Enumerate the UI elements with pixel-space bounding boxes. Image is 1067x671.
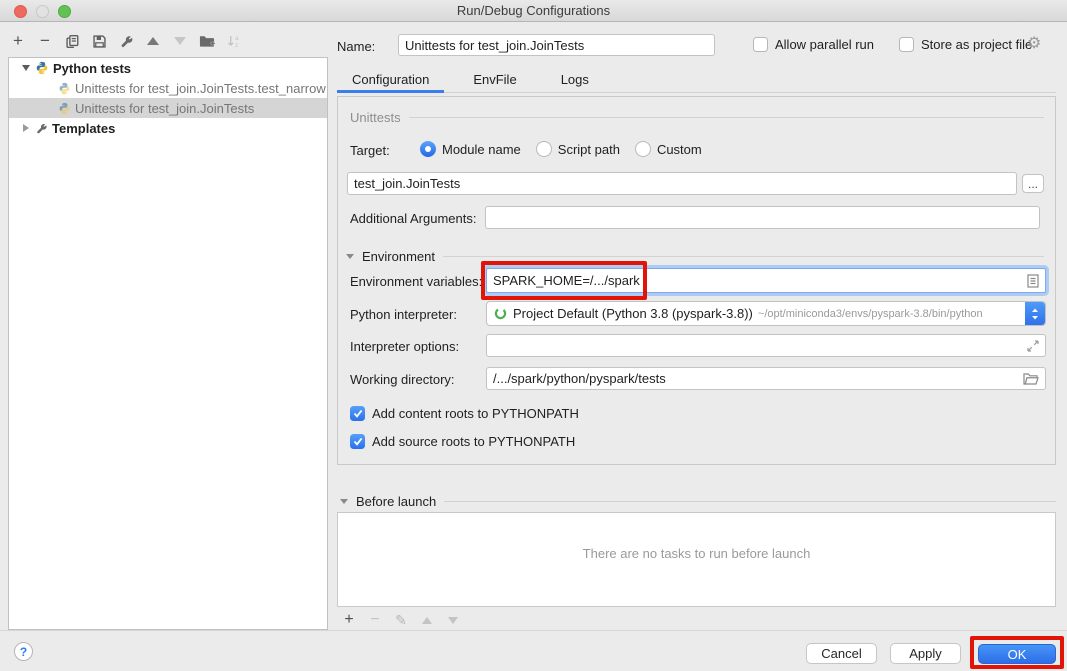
close-window-button[interactable] [14,5,27,18]
edit-templates-wrench-icon[interactable] [118,33,134,49]
edit-task-pencil-icon: ✎ [393,612,409,628]
minimize-window-button [36,5,49,18]
store-as-project-file-option[interactable]: Store as project file [899,37,1032,52]
radio-custom[interactable]: Custom [635,141,702,157]
radio-module-name[interactable]: Module name [420,141,521,157]
add-configuration-button[interactable]: + [10,33,26,49]
tree-item-label: Unittests for test_join.JoinTests [75,101,254,116]
copy-configuration-icon[interactable] [64,33,80,49]
add-content-roots-label: Add content roots to PYTHONPATH [372,406,579,421]
before-launch-empty-message: There are no tasks to run before launch [338,546,1055,561]
wrench-icon [35,122,48,135]
tree-item-python-tests[interactable]: Python tests [9,58,327,78]
unittests-group-label: Unittests [350,110,401,125]
environment-variables-label: Environment variables: [350,274,482,289]
environment-variables-input[interactable]: SPARK_HOME=/.../spark [486,268,1046,293]
save-configuration-icon[interactable] [91,33,107,49]
gear-icon[interactable]: ⚙ [1027,33,1041,53]
before-launch-task-list: There are no tasks to run before launch [337,512,1056,607]
store-as-project-file-label: Store as project file [921,37,1032,52]
interpreter-options-label: Interpreter options: [350,339,459,354]
add-content-roots-option[interactable]: Add content roots to PYTHONPATH [350,406,579,421]
interpreter-path: ~/opt/miniconda3/envs/pyspark-3.8/bin/py… [758,308,1025,320]
working-directory-input[interactable]: /.../spark/python/pyspark/tests [486,367,1046,390]
configuration-tabs: Configuration EnvFile Logs [337,64,1056,93]
python-icon [35,61,49,75]
tree-item-unittests-narrow[interactable]: Unittests for test_join.JoinTests.test_n… [9,78,327,98]
browse-target-button[interactable]: ... [1022,174,1044,193]
move-task-up-button [419,612,435,628]
tree-item-label: Templates [52,121,115,136]
working-directory-label: Working directory: [350,372,455,387]
configurations-toolbar: + − az [10,31,242,51]
dropdown-chevrons-icon[interactable] [1025,302,1045,325]
interpreter-options-input[interactable] [486,334,1046,357]
name-label: Name: [337,39,375,54]
tree-item-label: Unittests for test_join.JoinTests.test_n… [75,81,326,96]
unittests-group-header: Unittests [350,110,1044,125]
browse-folder-icon[interactable] [1023,373,1039,385]
remove-task-button: − [367,612,383,628]
tree-item-unittests-jointests-selected[interactable]: Unittests for test_join.JoinTests [9,98,327,118]
before-launch-group-header[interactable]: Before launch [340,494,1056,509]
radio-circle-icon [536,141,552,157]
store-as-project-file-checkbox[interactable] [899,37,914,52]
before-launch-group-label: Before launch [356,494,436,509]
apply-button[interactable]: Apply [890,643,961,664]
tree-item-templates[interactable]: Templates [9,118,327,138]
additional-arguments-input[interactable] [485,206,1040,229]
collapse-section-icon[interactable] [346,254,354,259]
name-input[interactable] [398,34,715,56]
add-content-roots-checkbox[interactable] [350,406,365,421]
configurations-tree: Python tests Unittests for test_join.Joi… [8,57,328,630]
radio-circle-icon [635,141,651,157]
window-title: Run/Debug Configurations [457,3,610,18]
add-task-button[interactable]: + [341,612,357,628]
environment-group-header[interactable]: Environment [346,249,1044,264]
python-test-icon [58,82,71,95]
tab-logs[interactable]: Logs [546,64,604,93]
target-input[interactable]: test_join.JoinTests [347,172,1017,195]
move-down-button [172,33,188,49]
target-label: Target: [350,143,390,158]
interpreter-name: Project Default (Python 3.8 (pyspark-3.8… [513,306,753,321]
tab-configuration[interactable]: Configuration [337,64,444,93]
title-bar: Run/Debug Configurations [0,0,1067,22]
add-source-roots-checkbox[interactable] [350,434,365,449]
radio-script-path[interactable]: Script path [536,141,620,157]
svg-text:a: a [235,35,239,42]
sort-alphabetically-icon: az [226,33,242,49]
ok-button[interactable]: OK [978,644,1056,664]
footer-divider [0,630,1067,631]
zoom-window-button[interactable] [58,5,71,18]
collapse-section-icon[interactable] [340,499,348,504]
conda-env-icon [494,307,507,320]
tab-envfile[interactable]: EnvFile [458,64,531,93]
svg-text:z: z [235,42,238,49]
new-folder-icon[interactable] [199,33,215,49]
add-source-roots-option[interactable]: Add source roots to PYTHONPATH [350,434,575,449]
add-source-roots-label: Add source roots to PYTHONPATH [372,434,575,449]
move-task-down-button [445,612,461,628]
expand-triangle-icon[interactable] [19,65,33,71]
python-test-icon [58,102,71,115]
collapse-triangle-icon[interactable] [19,124,33,132]
move-up-button[interactable] [145,33,161,49]
allow-parallel-run-option[interactable]: Allow parallel run [753,37,874,52]
cancel-button[interactable]: Cancel [806,643,877,664]
allow-parallel-run-checkbox[interactable] [753,37,768,52]
target-radio-group: Module name Script path Custom [420,141,702,157]
python-interpreter-label: Python interpreter: [350,307,457,322]
environment-group-label: Environment [362,249,435,264]
python-interpreter-select[interactable]: Project Default (Python 3.8 (pyspark-3.8… [486,301,1046,326]
radio-circle-icon [420,141,436,157]
tree-item-label: Python tests [53,61,131,76]
remove-configuration-button[interactable]: − [37,33,53,49]
allow-parallel-run-label: Allow parallel run [775,37,874,52]
edit-variables-icon[interactable] [1027,274,1039,288]
before-launch-toolbar: + − ✎ [341,611,461,629]
help-button[interactable]: ? [14,642,33,661]
expand-field-icon[interactable] [1027,340,1039,352]
additional-arguments-label: Additional Arguments: [350,211,476,226]
